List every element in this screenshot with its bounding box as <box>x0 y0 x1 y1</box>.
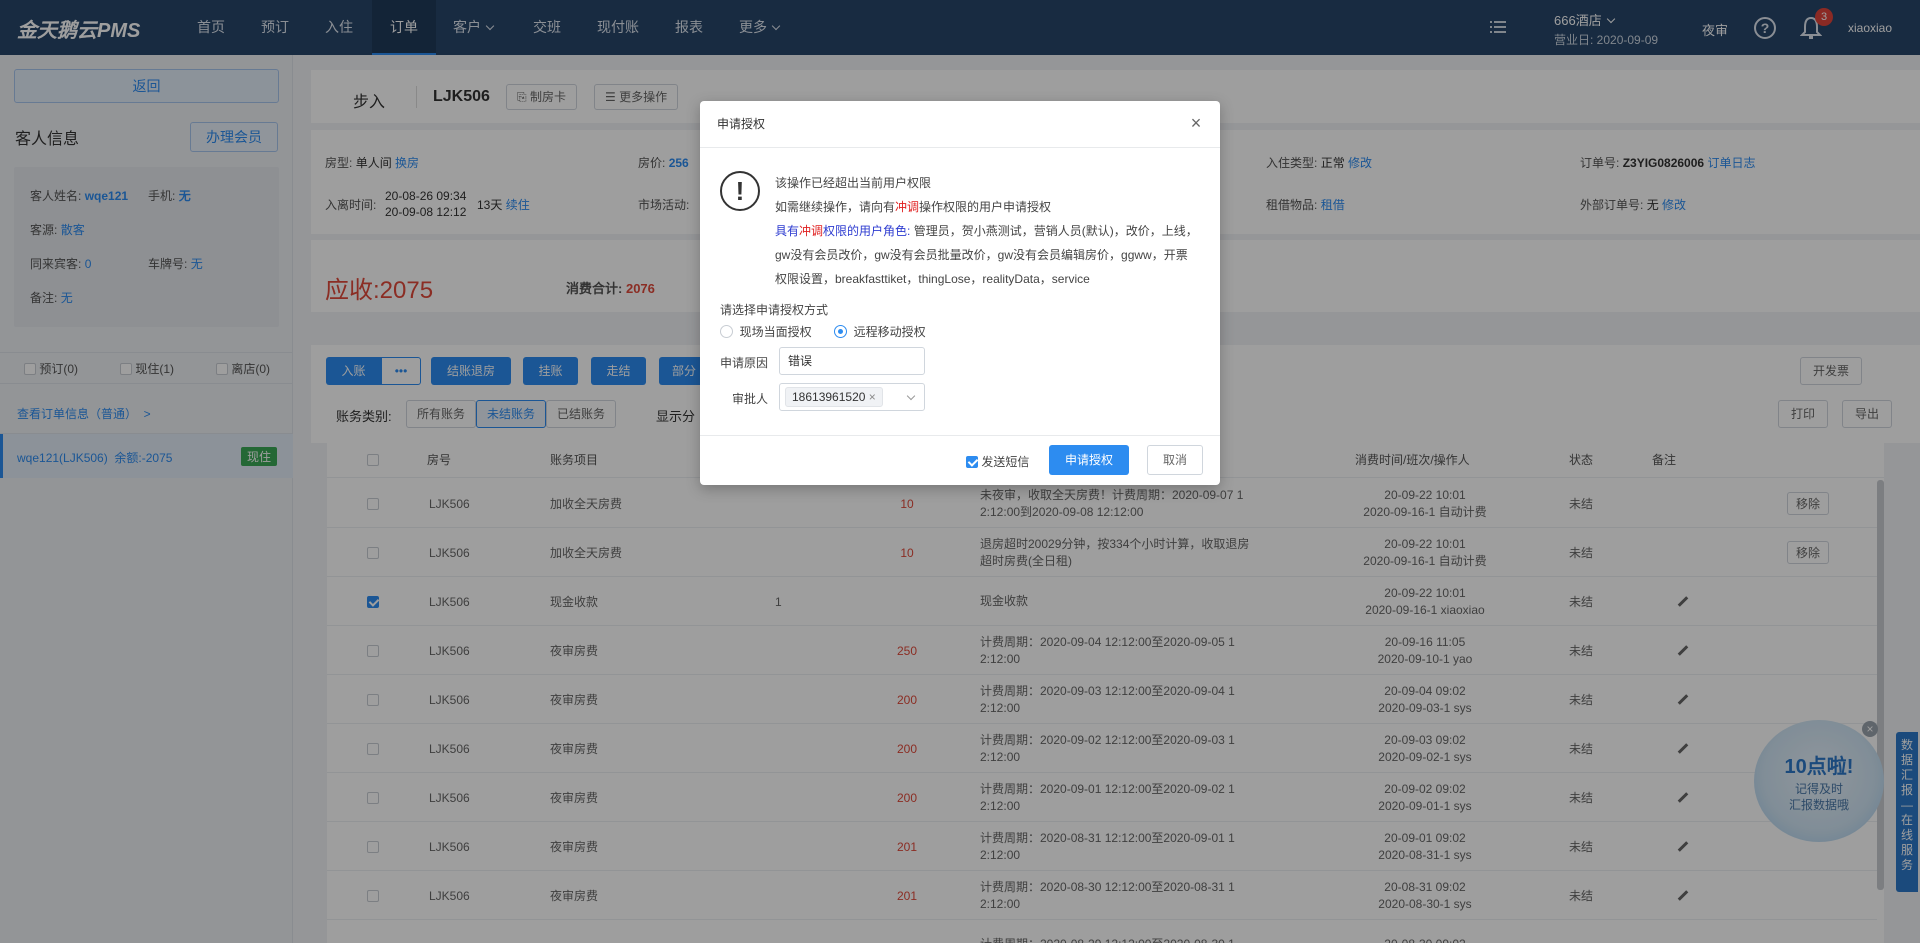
roles-list-2: gw没有会员改价，gw没有会员批量改价，gw没有会员编辑房价，ggww，开票 <box>775 248 1188 262</box>
sms-checkbox[interactable]: 发送短信 <box>966 453 1029 470</box>
roles-text: 具有冲调权限的用户角色: 管理员，贺小燕测试，营销人员(默认)，改价，上线， <box>775 219 1205 243</box>
opt-onsite[interactable]: 现场当面授权 <box>720 323 812 340</box>
close-icon[interactable]: × <box>1188 114 1204 132</box>
method-label: 请选择申请授权方式 <box>720 303 829 317</box>
reason-input[interactable]: 错误 <box>779 347 925 375</box>
approver-tag: 18613961520 × <box>785 387 883 407</box>
divider <box>700 435 1220 436</box>
alert-icon: ! <box>720 171 760 211</box>
approver-select[interactable]: 18613961520 × <box>779 383 925 411</box>
radio[interactable] <box>834 325 847 338</box>
text-highlight: 冲调 <box>895 200 920 214</box>
remove-icon[interactable]: × <box>869 390 876 404</box>
text-part: 权限的用户角色: <box>823 224 911 238</box>
perm-exceeded-text: 该操作已经超出当前用户权限 <box>775 176 932 190</box>
opt-remote-label: 远程移动授权 <box>853 325 926 339</box>
text-highlight: 冲调 <box>799 224 824 238</box>
chevron-down-icon <box>906 391 916 401</box>
text-part: 具有 <box>775 224 800 238</box>
perm-request-text: 如需继续操作，请向有冲调操作权限的用户申请授权 <box>775 195 1205 219</box>
text-part: 如需继续操作，请向有 <box>775 200 896 214</box>
text-part: 操作权限的用户申请授权 <box>919 200 1052 214</box>
radio[interactable] <box>720 325 733 338</box>
roles-list-3: 权限设置，breakfasttiket，thingLose，realityDat… <box>775 272 1090 286</box>
auth-dialog: 申请授权 × ! 该操作已经超出当前用户权限 如需继续操作，请向有冲调操作权限的… <box>700 101 1220 485</box>
opt-remote[interactable]: 远程移动授权 <box>834 323 926 340</box>
sms-label: 发送短信 <box>981 455 1030 469</box>
cancel-button[interactable]: 取消 <box>1147 445 1203 475</box>
dialog-title: 申请授权 <box>700 101 1220 148</box>
roles-list-1: 管理员，贺小燕测试，营销人员(默认)，改价，上线， <box>913 224 1198 238</box>
approver-value: 18613961520 <box>792 390 866 404</box>
opt-onsite-label: 现场当面授权 <box>739 325 812 339</box>
approver-label: 审批人 <box>732 392 769 406</box>
checkbox[interactable] <box>966 456 978 468</box>
submit-auth-button[interactable]: 申请授权 <box>1049 445 1129 475</box>
reason-label: 申请原因 <box>720 356 769 370</box>
